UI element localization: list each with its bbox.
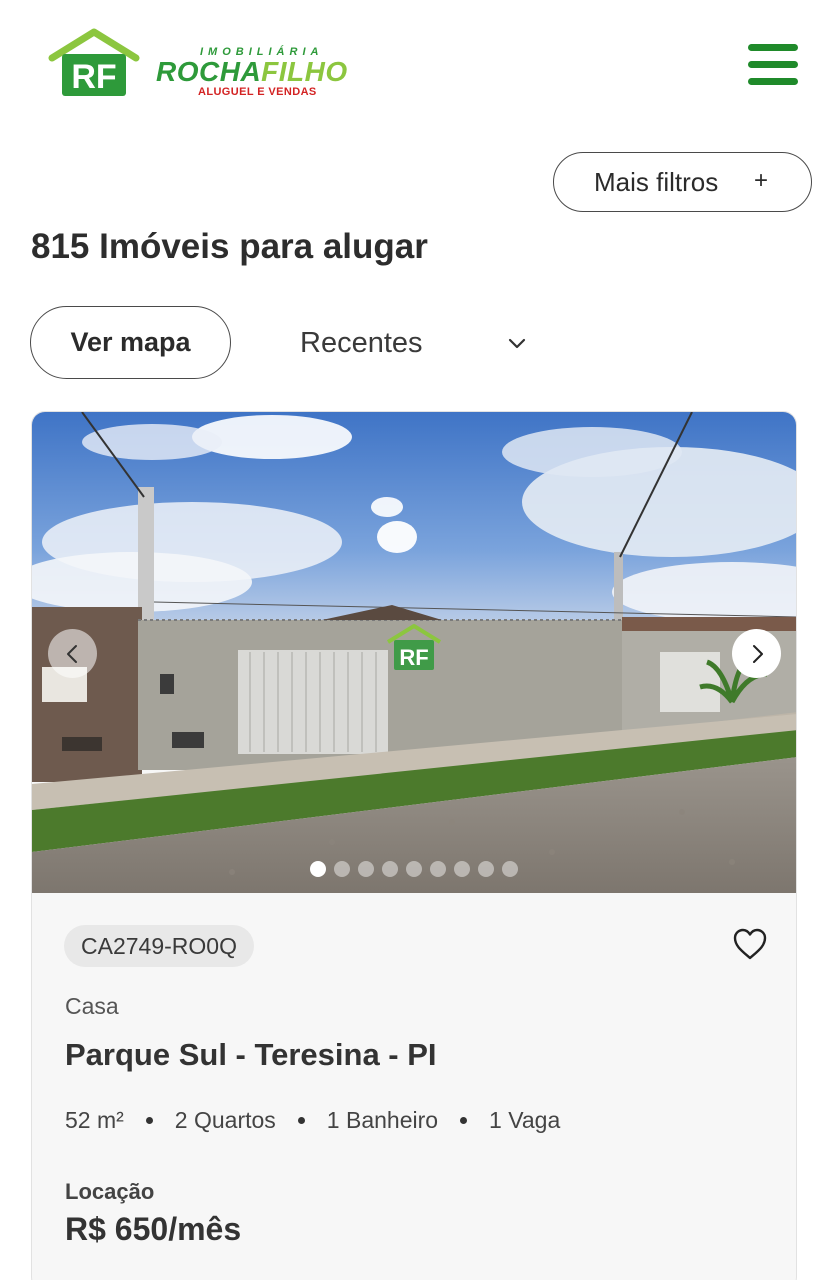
- plus-icon: +: [754, 167, 769, 194]
- svg-text:RF: RF: [399, 645, 428, 670]
- svg-text:RF: RF: [71, 58, 116, 96]
- logo-sub-text: ALUGUEL E VENDAS: [198, 86, 317, 98]
- pagination-dot[interactable]: [310, 861, 326, 877]
- chevron-down-icon: [508, 338, 526, 349]
- next-photo-button[interactable]: [732, 629, 781, 678]
- feature-area: 52 m²: [65, 1107, 124, 1133]
- sort-select[interactable]: Recentes: [300, 320, 530, 366]
- pagination-dot[interactable]: [430, 861, 446, 877]
- logo-wordmark: IMOBILIÁRIA ROCHAFILHO ALUGUEL E VENDAS: [156, 46, 376, 98]
- heart-icon[interactable]: [732, 927, 768, 961]
- pagination-dot[interactable]: [334, 861, 350, 877]
- property-price: R$ 650/mês: [65, 1211, 242, 1247]
- property-card[interactable]: RF CA2749-RO0Q Casa Parque Sul - Teresin…: [31, 411, 797, 1280]
- property-features: 52 m² 2 Quartos 1 Banheiro 1 Vaga: [65, 1107, 560, 1134]
- pagination-dot[interactable]: [382, 861, 398, 877]
- pagination-dot[interactable]: [454, 861, 470, 877]
- photo-pagination-dots: [310, 861, 518, 879]
- property-location[interactable]: Parque Sul - Teresina - PI: [65, 1037, 437, 1073]
- logo-main-text: ROCHAFILHO: [156, 56, 348, 87]
- chevron-left-icon: [66, 644, 77, 663]
- results-title: 815 Imóveis para alugar: [31, 227, 428, 266]
- property-code-badge: CA2749-RO0Q: [64, 925, 254, 967]
- sort-selected-value: Recentes: [300, 326, 423, 359]
- bullet-separator: [297, 1117, 305, 1124]
- property-photo-image: RF: [32, 412, 796, 893]
- hamburger-menu-icon[interactable]: [748, 42, 800, 88]
- logo-house-icon: RF: [48, 28, 140, 96]
- previous-photo-button[interactable]: [48, 629, 97, 678]
- more-filters-button[interactable]: Mais filtros +: [553, 152, 812, 212]
- more-filters-label: Mais filtros: [594, 166, 719, 197]
- view-map-button[interactable]: Ver mapa: [30, 306, 231, 379]
- pagination-dot[interactable]: [358, 861, 374, 877]
- site-logo[interactable]: RF IMOBILIÁRIA ROCHAFILHO ALUGUEL E VEND…: [48, 28, 378, 100]
- bullet-separator: [460, 1117, 468, 1124]
- pagination-dot[interactable]: [478, 861, 494, 877]
- feature-bedrooms: 2 Quartos: [174, 1107, 276, 1133]
- bullet-separator: [145, 1117, 153, 1124]
- price-label: Locação: [65, 1179, 155, 1204]
- feature-parking: 1 Vaga: [489, 1107, 561, 1133]
- chevron-right-icon: [752, 644, 763, 663]
- pagination-dot[interactable]: [406, 861, 422, 877]
- property-photo[interactable]: RF: [32, 412, 796, 893]
- property-type: Casa: [65, 993, 119, 1019]
- feature-bathrooms: 1 Banheiro: [326, 1107, 439, 1133]
- pagination-dot[interactable]: [502, 861, 518, 877]
- property-details: CA2749-RO0Q Casa Parque Sul - Teresina -…: [32, 893, 796, 1280]
- site-header: RF IMOBILIÁRIA ROCHAFILHO ALUGUEL E VEND…: [0, 0, 826, 130]
